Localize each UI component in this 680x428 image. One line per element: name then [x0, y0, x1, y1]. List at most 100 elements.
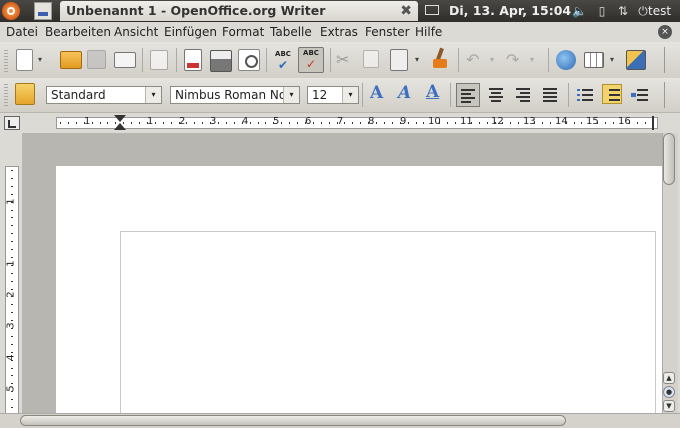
italic-icon[interactable]: A	[398, 83, 411, 103]
cut-icon[interactable]: ✂	[336, 50, 358, 72]
chevron-down-icon[interactable]: ▾	[145, 87, 161, 103]
paragraph-style-select[interactable]: Standard ▾	[46, 86, 162, 104]
text-area-boundary[interactable]	[120, 231, 656, 421]
menu-einfuegen[interactable]: Einfügen	[164, 22, 217, 42]
email-icon[interactable]	[114, 52, 136, 68]
ruler-tick	[11, 233, 13, 235]
next-page-icon[interactable]: ▼	[663, 400, 675, 412]
spellcheck-icon[interactable]: ABC ✔	[272, 49, 294, 71]
ruler-tick	[257, 122, 259, 124]
toolbar-grip[interactable]	[4, 50, 8, 72]
ruler-tick	[613, 122, 614, 124]
new-dropdown-arrow[interactable]: ▾	[38, 55, 42, 64]
hyperlink-icon[interactable]	[556, 50, 576, 70]
align-left-icon[interactable]	[456, 83, 480, 107]
save-icon[interactable]	[87, 50, 106, 69]
print-icon[interactable]	[210, 50, 232, 72]
redo-dropdown-arrow[interactable]: ▾	[530, 55, 534, 64]
ruler-tick	[462, 122, 464, 124]
user-name[interactable]: test	[648, 0, 671, 22]
battery-icon[interactable]: ▯	[595, 3, 609, 19]
chevron-down-icon[interactable]: ▾	[283, 87, 299, 103]
autospellcheck-icon[interactable]: ABC ✓	[298, 47, 324, 73]
toolbar-overflow[interactable]	[664, 82, 673, 108]
undo-dropdown-arrow[interactable]: ▾	[490, 55, 494, 64]
ruler-tick	[233, 122, 235, 124]
menu-format[interactable]: Format	[222, 22, 264, 42]
horizontal-scrollbar-thumb[interactable]	[20, 415, 566, 426]
close-window-icon[interactable]: ✖	[400, 1, 412, 21]
clone-format-icon[interactable]	[430, 47, 450, 72]
redo-icon[interactable]: ↷	[506, 50, 528, 72]
toolbar-grip[interactable]	[4, 84, 8, 106]
menu-hilfe[interactable]: Hilfe	[415, 22, 442, 42]
new-document-icon[interactable]	[16, 49, 33, 71]
font-name-select[interactable]: Nimbus Roman No9 ▾	[170, 86, 300, 104]
menu-datei[interactable]: Datei	[6, 22, 38, 42]
ruler-tick	[11, 296, 13, 298]
ruler-tick	[146, 122, 148, 124]
justify-icon[interactable]	[540, 85, 560, 105]
chevron-down-icon[interactable]: ▾	[342, 87, 358, 103]
previous-page-icon[interactable]: ▲	[663, 372, 675, 384]
vertical-scrollbar-thumb[interactable]	[663, 133, 675, 185]
bold-icon[interactable]: A	[370, 83, 383, 103]
navigation-icon[interactable]: ●	[663, 386, 675, 398]
writer-app-icon[interactable]	[34, 2, 52, 20]
page-preview-icon[interactable]	[238, 49, 260, 71]
draw-functions-icon[interactable]	[626, 50, 646, 70]
ruler-tick	[131, 122, 133, 124]
underline-icon[interactable]: A	[426, 82, 439, 102]
menu-extras[interactable]: Extras	[320, 22, 358, 42]
window-title-tab[interactable]: Unbenannt 1 - OpenOffice.org Writer ✖	[60, 1, 418, 21]
ruler-tick	[605, 122, 607, 124]
volume-icon[interactable]: 🔈	[572, 3, 587, 19]
mail-icon[interactable]	[425, 5, 439, 15]
undo-icon[interactable]: ↶	[466, 50, 488, 72]
copy-icon[interactable]	[363, 50, 379, 68]
open-folder-icon[interactable]	[60, 51, 82, 69]
ruler-number: 7	[337, 116, 344, 127]
ruler-tick	[360, 122, 362, 124]
decrease-indent-icon[interactable]	[630, 85, 650, 105]
autospellcheck-label: ABC	[303, 49, 319, 57]
menu-tabelle[interactable]: Tabelle	[270, 22, 312, 42]
ruler-number: 9	[400, 116, 407, 127]
ruler-tick	[328, 122, 330, 124]
ruler-tick	[557, 122, 559, 124]
align-right-icon[interactable]	[513, 85, 533, 105]
menu-ansicht[interactable]: Ansicht	[114, 22, 158, 42]
clock[interactable]: Di, 13. Apr, 15:04	[449, 0, 571, 22]
ruler-tick	[494, 122, 496, 124]
paste-icon[interactable]	[390, 49, 408, 71]
left-indent-marker[interactable]	[114, 123, 126, 130]
align-center-icon[interactable]	[486, 85, 506, 105]
toolbar-overflow[interactable]	[664, 47, 673, 73]
styles-formatting-icon[interactable]	[15, 83, 35, 105]
bullets-icon[interactable]	[602, 84, 622, 104]
menu-bearbeiten[interactable]: Bearbeiten	[45, 22, 111, 42]
spellcheck-label: ABC	[275, 50, 291, 58]
table-dropdown-arrow[interactable]: ▾	[610, 55, 614, 64]
ruler-tick	[518, 122, 520, 124]
ruler-tick	[170, 122, 172, 124]
separator	[450, 83, 451, 107]
first-line-indent-marker[interactable]	[114, 115, 126, 122]
paste-dropdown-arrow[interactable]: ▾	[415, 55, 419, 64]
ruler-tick	[344, 122, 346, 124]
network-icon[interactable]: ⇅	[616, 3, 630, 19]
ubuntu-logo-icon[interactable]	[2, 2, 20, 20]
font-size-select[interactable]: 12 ▾	[307, 86, 359, 104]
table-icon[interactable]	[584, 52, 604, 68]
ruler-number: 6	[305, 116, 312, 127]
tab-stop-selector[interactable]	[4, 116, 20, 130]
right-indent-marker[interactable]	[652, 116, 662, 130]
numbering-icon[interactable]	[575, 85, 595, 105]
ruler-tick	[11, 375, 13, 377]
export-pdf-icon[interactable]	[184, 49, 202, 71]
ruler-tick	[407, 122, 409, 124]
edit-file-icon[interactable]	[150, 50, 168, 70]
menu-fenster[interactable]: Fenster	[365, 22, 410, 42]
close-document-icon[interactable]: ×	[658, 25, 672, 39]
menu-bar: Datei Bearbeiten Ansicht Einfügen Format…	[0, 22, 680, 42]
